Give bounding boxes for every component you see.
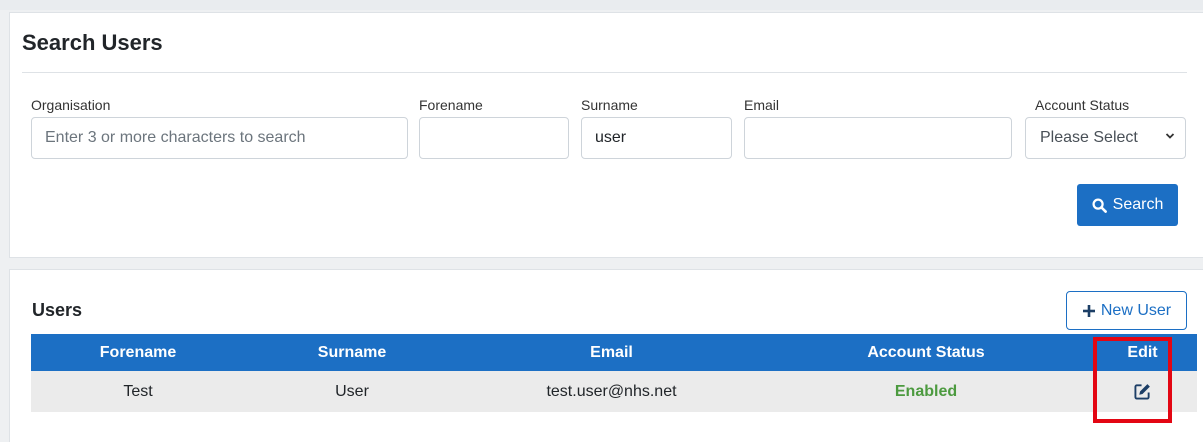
account-status-select[interactable]: Please Select <box>1025 117 1186 159</box>
page-title: Search Users <box>22 30 163 55</box>
email-input[interactable] <box>744 117 1012 159</box>
column-header-account-status: Account Status <box>764 334 1088 371</box>
surname-input[interactable] <box>581 117 732 159</box>
new-user-label: New User <box>1100 301 1172 319</box>
forename-input[interactable] <box>419 117 569 159</box>
column-header-surname: Surname <box>245 334 459 371</box>
status-badge: Enabled <box>764 371 1088 412</box>
search-button-label: Search <box>1112 196 1164 213</box>
organisation-label: Organisation <box>31 97 111 113</box>
organisation-input[interactable] <box>31 117 408 159</box>
cell-surname: User <box>245 371 459 412</box>
email-label: Email <box>744 97 780 113</box>
column-header-forename: Forename <box>31 334 245 371</box>
account-status-label: Account Status <box>1035 97 1130 113</box>
users-title: Users <box>32 300 83 320</box>
cell-forename: Test <box>31 371 245 412</box>
chevron-down-icon <box>1165 133 1175 139</box>
forename-label: Forename <box>419 97 483 113</box>
column-header-email: Email <box>459 334 764 371</box>
edit-icon[interactable] <box>1134 383 1151 400</box>
new-user-button[interactable]: New User <box>1066 291 1187 330</box>
table-header-row: Forename Surname Email Account Status Ed… <box>31 334 1197 371</box>
cell-edit <box>1088 371 1197 412</box>
account-status-selected: Please Select <box>1040 129 1138 146</box>
top-strip <box>0 0 1203 10</box>
column-header-edit: Edit <box>1088 334 1197 371</box>
title-divider <box>22 72 1187 73</box>
plus-icon <box>1082 304 1095 317</box>
cell-email: test.user@nhs.net <box>459 371 764 412</box>
search-button[interactable]: Search <box>1077 184 1178 226</box>
table-row: Test User test.user@nhs.net Enabled <box>31 371 1197 412</box>
users-table: Forename Surname Email Account Status Ed… <box>31 334 1197 412</box>
surname-label: Surname <box>581 97 638 113</box>
users-panel: Users New User Forename Surname Email Ac… <box>9 269 1203 442</box>
search-icon <box>1092 197 1107 213</box>
